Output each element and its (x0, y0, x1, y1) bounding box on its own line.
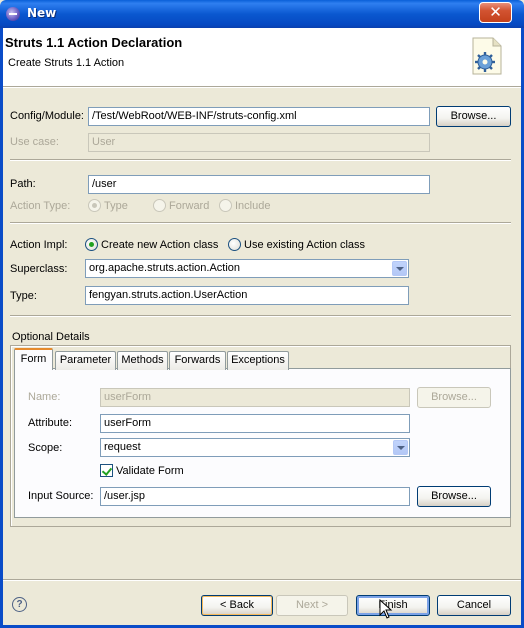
type-label: Type: (10, 290, 37, 302)
action-type-type-label: Type (104, 200, 128, 212)
validate-form-checkbox[interactable] (100, 464, 113, 477)
action-type-include-radio (219, 199, 232, 212)
create-new-action-radio[interactable] (85, 238, 98, 251)
action-impl-label: Action Impl: (10, 239, 68, 251)
finish-button[interactable]: Finish (356, 595, 430, 616)
use-case-field: User (88, 133, 430, 152)
separator (10, 315, 511, 317)
window-frame-left (0, 28, 3, 628)
use-case-label: Use case: (10, 136, 59, 148)
tab-exceptions[interactable]: Exceptions (227, 351, 289, 370)
use-existing-action-label[interactable]: Use existing Action class (244, 239, 365, 251)
separator (10, 159, 511, 161)
optional-details-title: Optional Details (12, 331, 90, 343)
close-button[interactable]: ✕ (479, 2, 512, 23)
attribute-field[interactable]: userForm (100, 414, 410, 433)
path-field[interactable]: /user (88, 175, 430, 194)
cancel-button[interactable]: Cancel (437, 595, 511, 616)
type-field[interactable]: fengyan.struts.action.UserAction (85, 286, 409, 305)
banner-title: Struts 1.1 Action Declaration (5, 35, 183, 50)
next-button: Next > (276, 595, 348, 616)
separator (10, 222, 511, 224)
superclass-combo[interactable]: org.apache.struts.action.Action (85, 259, 409, 278)
form-name-field: userForm (100, 388, 410, 407)
attribute-label: Attribute: (28, 417, 73, 429)
input-source-label: Input Source: (28, 490, 94, 502)
action-type-type-radio (88, 199, 101, 212)
input-source-field[interactable]: /user.jsp (100, 487, 410, 506)
banner-description: Create Struts 1.1 Action (8, 57, 125, 69)
footer-separator (3, 579, 521, 581)
scope-label: Scope: (28, 442, 63, 454)
config-module-label: Config/Module: (10, 110, 84, 122)
title-bar (0, 0, 524, 28)
create-new-action-label[interactable]: Create new Action class (101, 239, 218, 251)
tab-methods[interactable]: Methods (117, 351, 168, 370)
config-module-field[interactable]: /Test/WebRoot/WEB-INF/struts-config.xml (88, 107, 430, 126)
scope-value: request (104, 441, 141, 453)
tab-parameter[interactable]: Parameter (55, 351, 116, 370)
tab-forwards[interactable]: Forwards (169, 351, 226, 370)
back-button[interactable]: < Back (201, 595, 273, 616)
mouse-cursor-icon (379, 599, 393, 619)
use-existing-action-radio[interactable] (228, 238, 241, 251)
validate-form-label[interactable]: Validate Form (116, 465, 184, 477)
eclipse-app-icon (6, 7, 20, 21)
form-name-browse-button: Browse... (417, 387, 491, 408)
tab-form[interactable]: Form (14, 348, 53, 370)
window-title: New (27, 6, 57, 20)
chevron-down-icon[interactable] (393, 440, 408, 455)
action-type-forward-radio (153, 199, 166, 212)
help-icon[interactable]: ? (12, 597, 27, 612)
chevron-down-icon[interactable] (392, 261, 407, 276)
input-source-browse-button[interactable]: Browse... (417, 486, 491, 507)
action-type-include-label: Include (235, 200, 271, 212)
form-name-label: Name: (28, 391, 61, 403)
action-type-label: Action Type: (10, 200, 71, 212)
wizard-gear-document-icon (472, 37, 502, 75)
path-label: Path: (10, 178, 36, 190)
scope-combo[interactable]: request (100, 438, 410, 457)
config-browse-button[interactable]: Browse... (436, 106, 511, 127)
action-type-forward-label: Forward (169, 200, 210, 212)
banner-separator (3, 86, 521, 88)
superclass-label: Superclass: (10, 263, 68, 275)
superclass-value: org.apache.struts.action.Action (89, 262, 241, 274)
